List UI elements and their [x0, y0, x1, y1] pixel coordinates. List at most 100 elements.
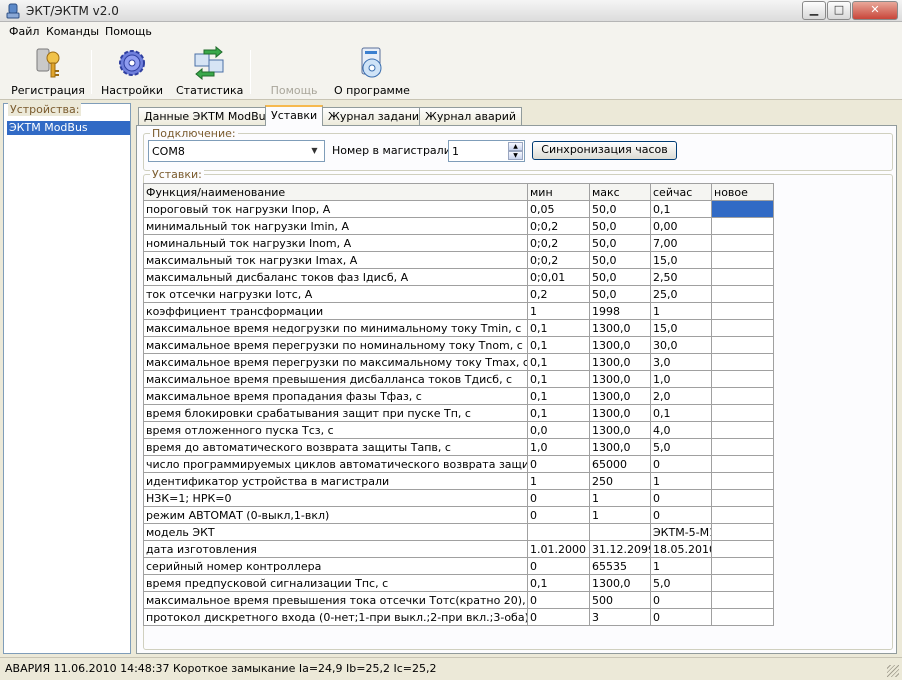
new-value-cell[interactable] [711, 421, 774, 439]
title-bar: ЭКТ/ЭКТМ v2.0 ▁ □ ✕ [0, 0, 902, 22]
maximize-button[interactable]: □ [827, 1, 851, 20]
help-button[interactable]: Помощь [264, 46, 324, 98]
about-button[interactable]: О программе [334, 46, 410, 98]
device-item-ektm-modbus[interactable]: ЭКТМ ModBus [7, 121, 130, 135]
status-text: АВАРИЯ 11.06.2010 14:48:37 Короткое замы… [5, 662, 437, 675]
new-value-cell[interactable] [711, 302, 774, 320]
new-value-cell[interactable] [711, 370, 774, 388]
new-value-cell[interactable] [711, 472, 774, 490]
table-cell: 0,1 [527, 370, 590, 388]
address-stepper[interactable]: 1 ▲ ▼ [448, 140, 525, 162]
new-value-cell[interactable] [711, 523, 774, 541]
tab-data[interactable]: Данные ЭКТМ ModBus [138, 107, 278, 126]
new-value-cell[interactable] [711, 268, 774, 286]
table-cell: 0 [650, 455, 712, 473]
table-cell: 1 [650, 302, 712, 320]
column-header: Функция/наименование [143, 183, 528, 201]
new-value-cell[interactable] [711, 404, 774, 422]
settings-table: Функция/наименование мин макс сейчас нов… [143, 183, 774, 626]
table-cell: 65000 [589, 455, 651, 473]
table-cell: максимальное время перегрузки по номинал… [143, 336, 528, 354]
new-value-cell[interactable] [711, 251, 774, 269]
table-cell: 0,1 [527, 336, 590, 354]
menu-commands[interactable]: Команды [46, 25, 99, 38]
window-title: ЭКТ/ЭКТМ v2.0 [26, 4, 119, 18]
table-cell: 7,00 [650, 234, 712, 252]
app-icon [6, 3, 20, 19]
tab-settings[interactable]: Уставки [265, 105, 324, 126]
table-cell: 31.12.2099 [589, 540, 651, 558]
table-header: Функция/наименование мин макс сейчас нов… [143, 183, 774, 201]
new-value-cell[interactable] [711, 574, 774, 592]
new-value-cell[interactable] [711, 200, 774, 218]
table-row: максимальное время недогрузки по минимал… [143, 319, 774, 337]
about-label: О программе [334, 84, 410, 97]
table-cell: 1300,0 [589, 387, 651, 405]
port-select[interactable]: COM8 ▼ [148, 140, 325, 162]
table-cell: номинальный ток нагрузки Inom, А [143, 234, 528, 252]
new-value-cell[interactable] [711, 608, 774, 626]
table-cell: 18.05.2010 [650, 540, 712, 558]
new-value-cell[interactable] [711, 591, 774, 609]
resize-grip-icon[interactable] [887, 665, 899, 677]
statistics-label: Статистика [176, 84, 244, 97]
statistics-button[interactable]: Статистика [176, 46, 244, 98]
menu-help[interactable]: Помощь [105, 25, 152, 38]
connection-group: Подключение: COM8 ▼ Номер в магистрали: … [143, 127, 893, 171]
table-cell: 0;0,2 [527, 217, 590, 235]
new-value-cell[interactable] [711, 540, 774, 558]
devices-legend: Устройства: [8, 103, 82, 116]
table-cell: 30,0 [650, 336, 712, 354]
tab-task-log[interactable]: Журнал заданий [322, 107, 433, 126]
table-cell: 1 [589, 506, 651, 524]
new-value-cell[interactable] [711, 438, 774, 456]
new-value-cell[interactable] [711, 217, 774, 235]
table-cell: 1.01.2000 [527, 540, 590, 558]
table-cell: режим АВТОМАТ (0-выкл,1-вкл) [143, 506, 528, 524]
close-button[interactable]: ✕ [852, 1, 898, 20]
table-row: номинальный ток нагрузки Inom, А 0;0,2 50,… [143, 234, 774, 252]
new-value-cell[interactable] [711, 336, 774, 354]
table-row: время предпусковой сигнализации Tпс, с 0,… [143, 574, 774, 592]
table-cell: 1,0 [527, 438, 590, 456]
table-cell: 0 [650, 591, 712, 609]
sync-clock-button[interactable]: Синхронизация часов [532, 141, 677, 160]
table-cell: 0,00 [650, 217, 712, 235]
new-value-cell[interactable] [711, 557, 774, 575]
table-cell: пороговый ток нагрузки Iпор, А [143, 200, 528, 218]
new-value-cell[interactable] [711, 285, 774, 303]
table-cell: 0,1 [527, 353, 590, 371]
new-value-cell[interactable] [711, 506, 774, 524]
new-value-cell[interactable] [711, 387, 774, 405]
spin-up-icon[interactable]: ▲ [508, 142, 523, 151]
table-cell: 1300,0 [589, 404, 651, 422]
table-cell: 0 [527, 506, 590, 524]
column-header: сейчас [650, 183, 712, 201]
column-header: мин [527, 183, 590, 201]
table-cell: время предпусковой сигнализации Tпс, с [143, 574, 528, 592]
menu-file[interactable]: Файл [9, 25, 39, 38]
new-value-cell[interactable] [711, 234, 774, 252]
table-cell: 5,0 [650, 574, 712, 592]
connection-legend: Подключение: [150, 127, 238, 140]
new-value-cell[interactable] [711, 319, 774, 337]
address-label: Номер в магистрали: [332, 144, 455, 157]
table-row: пороговый ток нагрузки Iпор, А 0,05 50,0 0,… [143, 200, 774, 218]
register-button[interactable]: Регистрация [10, 46, 86, 98]
devices-panel: Устройства: ЭКТМ ModBus [3, 103, 131, 654]
table-cell: максимальный ток нагрузки Imax, А [143, 251, 528, 269]
new-value-cell[interactable] [711, 455, 774, 473]
tab-alarm-log[interactable]: Журнал аварий [419, 107, 523, 126]
table-cell: 50,0 [589, 234, 651, 252]
settings-button[interactable]: Настройки [100, 46, 164, 98]
minimize-button[interactable]: ▁ [802, 1, 826, 20]
table-cell: 1300,0 [589, 336, 651, 354]
table-cell: 25,0 [650, 285, 712, 303]
help-label: Помощь [270, 84, 318, 97]
table-row: максимальное время превышения тока отсеч… [143, 591, 774, 609]
table-row: дата изготовления 1.01.2000 31.12.2099 18.0… [143, 540, 774, 558]
new-value-cell[interactable] [711, 489, 774, 507]
table-cell: 0 [527, 591, 590, 609]
new-value-cell[interactable] [711, 353, 774, 371]
spin-down-icon[interactable]: ▼ [508, 151, 523, 160]
